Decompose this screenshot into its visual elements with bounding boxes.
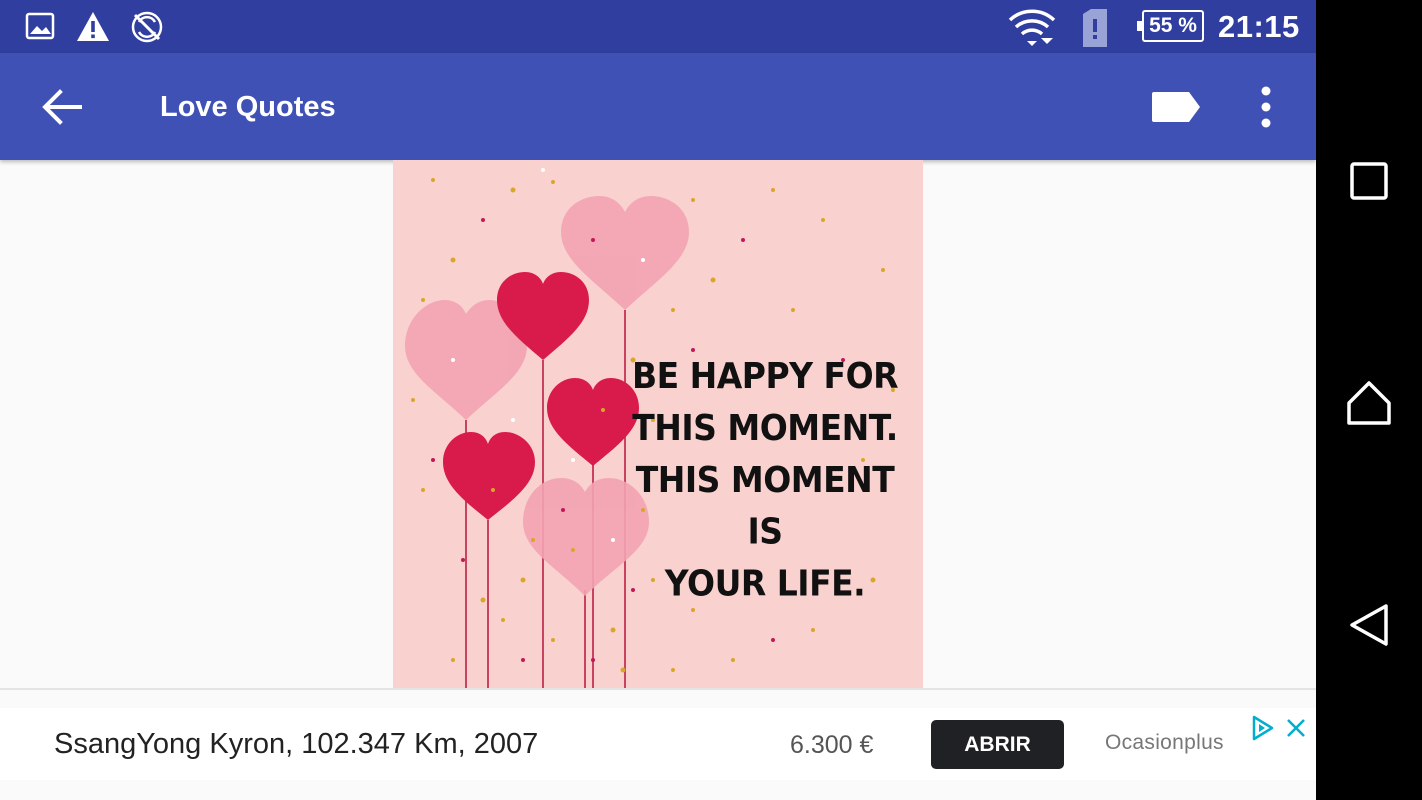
ad-banner[interactable]: SsangYong Kyron, 102.347 Km, 2007 6.300 … — [0, 708, 1316, 780]
close-icon[interactable] — [1284, 716, 1308, 740]
warning-icon — [77, 12, 109, 41]
page-title: Love Quotes — [160, 91, 336, 123]
back-arrow-icon[interactable] — [30, 75, 94, 139]
ad-title[interactable]: SsangYong Kyron, 102.347 Km, 2007 — [54, 726, 538, 762]
ad-divider — [0, 688, 1316, 690]
status-bar: 55 % 21:15 — [0, 0, 1316, 53]
ad-open-button[interactable]: ABRIR — [931, 720, 1064, 769]
no-sync-icon — [131, 11, 163, 43]
quote-line: BE HAPPY FOR — [631, 354, 899, 397]
quote-image[interactable]: BE HAPPY FOR THIS MOMENT. THIS MOMENT IS… — [393, 160, 923, 688]
navigation-bar — [1316, 0, 1422, 800]
quote-line: YOUR LIFE. — [664, 562, 866, 605]
back-nav-icon[interactable] — [1342, 598, 1396, 652]
quote-line: THIS MOMENT. — [632, 406, 898, 449]
recent-apps-icon[interactable] — [1342, 154, 1396, 208]
battery-indicator: 55 % — [1137, 10, 1204, 42]
wifi-icon — [1008, 9, 1056, 46]
adchoices-icon[interactable] — [1248, 714, 1276, 742]
label-tag-icon[interactable] — [1142, 79, 1206, 135]
screen: 55 % 21:15 Love Quotes BE HAPPY FOR THIS… — [0, 0, 1316, 800]
image-icon — [25, 12, 55, 40]
quote-line: THIS MOMENT IS — [635, 458, 895, 553]
more-options-icon[interactable] — [1240, 79, 1292, 135]
quote-text: BE HAPPY FOR THIS MOMENT. THIS MOMENT IS… — [615, 350, 915, 609]
clock: 21:15 — [1218, 9, 1300, 44]
ad-price: 6.300 € — [790, 731, 874, 759]
sim-alert-icon — [1083, 9, 1107, 47]
home-icon[interactable] — [1342, 376, 1396, 430]
ad-advertiser: Ocasionplus — [1105, 731, 1224, 754]
app-bar: Love Quotes — [0, 53, 1316, 160]
